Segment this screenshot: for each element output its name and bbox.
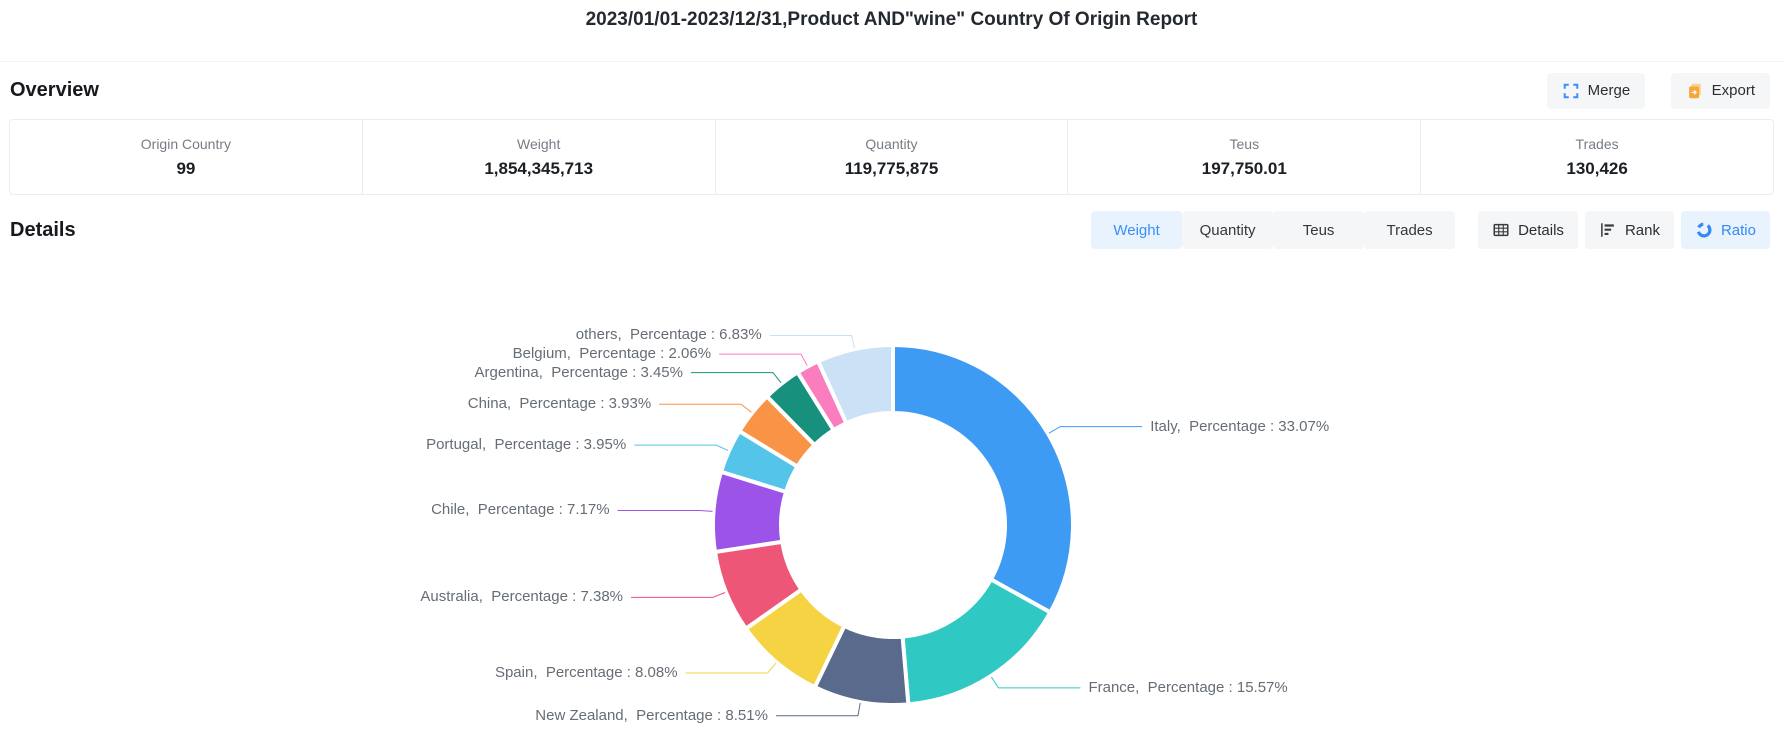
view-button-label: Details: [1518, 222, 1564, 239]
merge-button[interactable]: Merge: [1547, 73, 1646, 109]
stat-value: 197,750.01: [1202, 159, 1287, 179]
donut-icon: [1695, 221, 1713, 239]
stat-label: Weight: [517, 136, 560, 152]
pie-leader-line-argentina: [691, 373, 781, 383]
stat-quantity: Quantity 119,775,875: [715, 120, 1068, 194]
view-button-group: Details Rank Ratio: [1478, 211, 1770, 249]
pie-leader-line-belgium: [719, 354, 807, 365]
pie-label-australia: Australia, Percentage : 7.38%: [420, 587, 623, 607]
stat-label: Trades: [1576, 136, 1619, 152]
rank-icon: [1599, 221, 1617, 239]
page-title: 2023/01/01-2023/12/31,Product AND"wine" …: [0, 0, 1783, 62]
pie-label-argentina: Argentina, Percentage : 3.45%: [475, 363, 683, 383]
donut-chart-canvas: [0, 252, 1783, 744]
stat-teus: Teus 197,750.01: [1067, 120, 1420, 194]
pie-label-chile: Chile, Percentage : 7.17%: [431, 500, 609, 520]
pie-label-france: France, Percentage : 15.57%: [1088, 678, 1287, 698]
stat-origin-country: Origin Country 99: [10, 120, 362, 194]
tab-trades[interactable]: Trades: [1364, 211, 1455, 249]
stat-label: Origin Country: [141, 136, 231, 152]
pie-leader-line-new-zealand: [776, 703, 860, 716]
pie-leader-line-spain: [686, 663, 776, 673]
rank-view-button[interactable]: Rank: [1585, 211, 1674, 249]
ratio-view-button[interactable]: Ratio: [1681, 211, 1770, 249]
pie-label-italy: Italy, Percentage : 33.07%: [1150, 417, 1329, 437]
pie-leader-line-others: [770, 335, 855, 348]
stat-label: Quantity: [865, 136, 917, 152]
stat-trades: Trades 130,426: [1420, 120, 1773, 194]
stat-weight: Weight 1,854,345,713: [362, 120, 715, 194]
pie-leader-line-portugal: [634, 445, 728, 450]
details-controls: WeightQuantityTeusTrades Details Rank Rati…: [1091, 211, 1770, 249]
pie-leader-line-china: [659, 404, 751, 412]
overview-heading: Overview: [10, 79, 99, 102]
tab-weight[interactable]: Weight: [1091, 211, 1182, 249]
details-heading: Details: [10, 219, 76, 242]
stats-card: Origin Country 99 Weight 1,854,345,713 Quant…: [9, 119, 1774, 195]
pie-leader-line-chile: [618, 510, 713, 511]
pie-leader-line-australia: [631, 592, 725, 597]
tab-teus[interactable]: Teus: [1273, 211, 1364, 249]
pie-label-others: others, Percentage : 6.83%: [576, 325, 762, 345]
view-button-label: Rank: [1625, 222, 1660, 239]
stat-value: 119,775,875: [845, 159, 939, 179]
pie-label-spain: Spain, Percentage : 8.08%: [495, 663, 678, 683]
pie-label-china: China, Percentage : 3.93%: [468, 394, 651, 414]
overview-actions: Merge Export: [1547, 73, 1770, 109]
pie-label-portugal: Portugal, Percentage : 3.95%: [426, 435, 626, 455]
details-view-button[interactable]: Details: [1478, 211, 1578, 249]
export-button[interactable]: Export: [1671, 73, 1770, 109]
merge-icon: [1562, 82, 1580, 100]
export-button-label: Export: [1712, 82, 1755, 99]
tab-quantity[interactable]: Quantity: [1182, 211, 1273, 249]
details-section-header: Details WeightQuantityTeusTrades Details…: [0, 208, 1783, 252]
pie-slice-france[interactable]: [903, 579, 1051, 704]
export-icon: [1686, 82, 1704, 100]
stat-label: Teus: [1230, 136, 1260, 152]
pie-leader-line-france: [991, 677, 1080, 688]
merge-button-label: Merge: [1588, 82, 1631, 99]
pie-slice-italy[interactable]: [893, 345, 1073, 612]
stat-value: 99: [176, 159, 195, 179]
pie-label-new-zealand: New Zealand, Percentage : 8.51%: [535, 706, 768, 726]
table-icon: [1492, 221, 1510, 239]
pie-label-belgium: Belgium, Percentage : 2.06%: [513, 344, 711, 364]
view-button-label: Ratio: [1721, 222, 1756, 239]
pie-leader-line-italy: [1049, 427, 1142, 434]
overview-section-header: Overview Merge Export: [0, 62, 1783, 119]
metric-tab-group: WeightQuantityTeusTrades: [1091, 211, 1455, 249]
stat-value: 130,426: [1566, 159, 1627, 179]
stat-value: 1,854,345,713: [484, 159, 593, 179]
country-ratio-donut-chart: Italy, Percentage : 33.07% France, Percen…: [0, 252, 1783, 744]
